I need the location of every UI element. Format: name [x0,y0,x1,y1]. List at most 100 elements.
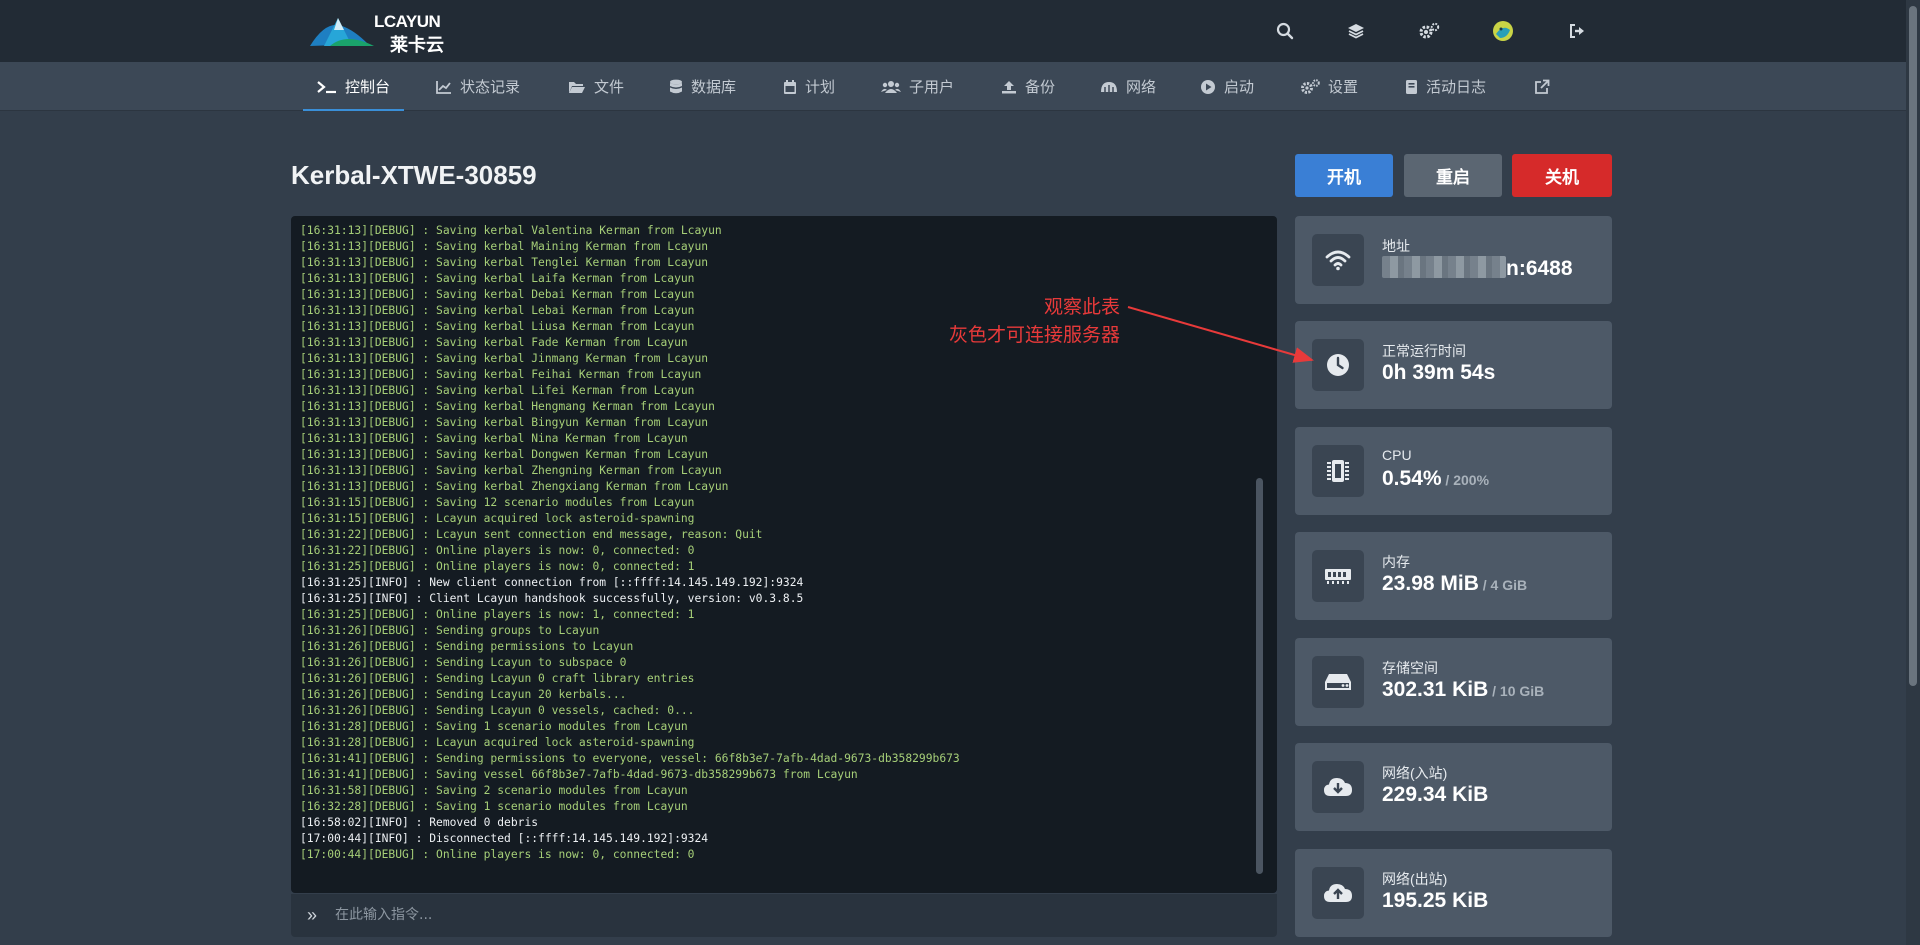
external-link-icon[interactable] [1534,62,1558,111]
drive-icon [1312,656,1364,708]
stat-label: CPU [1382,447,1412,463]
tab-database[interactable]: 数据库 [669,62,736,111]
console-line: [16:31:22][DEBUG] : Lcayun sent connecti… [300,528,763,541]
console-line: [16:31:26][DEBUG] : Sending Lcayun 0 ves… [300,704,695,717]
stat-card-uptime: 正常运行时间 0h 39m 54s [1295,321,1612,409]
tab-activity-log[interactable]: 活动日志 [1404,62,1486,111]
tab-startup[interactable]: 启动 [1200,62,1254,111]
console-line: [16:31:13][DEBUG] : Saving kerbal Zhengn… [300,464,722,477]
annotation-line-2: 灰色才可连接服务器 [948,325,1120,346]
page-scrollbar[interactable] [1906,0,1920,945]
tab-backup-label: 备份 [1025,79,1056,96]
cpu-icon [1312,445,1364,497]
stat-value: 229.34 KiB [1382,783,1489,806]
console-line: [16:31:13][DEBUG] : Saving kerbal Dongwe… [300,448,709,461]
console-line: [16:31:25][INFO] : New client connection… [300,576,804,589]
stat-value: 195.25 KiB [1382,889,1489,912]
command-input[interactable] [335,900,1255,930]
tab-settings-label: 设置 [1328,79,1359,96]
tab-files-label: 文件 [594,79,625,96]
console-command-bar: » [291,894,1277,937]
cpu-limit: / 200% [1441,472,1490,488]
stat-label: 网络(入站) [1382,765,1448,781]
users-icon [881,80,901,93]
server-title: Kerbal-XTWE-30859 [291,160,537,190]
console-line: [17:00:44][DEBUG] : Online players is no… [300,848,695,861]
stat-label: 网络(出站) [1382,871,1448,887]
stat-card-memory: 内存 23.98 MiB / 4 GiB [1295,532,1612,620]
logo-text: LCAYUN [374,12,441,31]
tab-subusers[interactable]: 子用户 [881,62,954,111]
avatar[interactable] [1490,18,1516,44]
tab-console[interactable]: 控制台 [302,62,405,111]
logout-icon[interactable] [1564,18,1590,44]
chart-icon [436,80,451,94]
search-icon[interactable] [1272,18,1298,44]
console-line: [16:31:15][DEBUG] : Lcayun acquired lock… [300,512,695,525]
stat-value[interactable]: n:6488 [1382,256,1573,281]
stop-button[interactable]: 关机 [1512,154,1612,197]
calendar-icon [784,79,796,94]
tab-console-label: 控制台 [345,79,391,96]
storage-limit: / 10 GiB [1488,683,1545,699]
storage-usage: 302.31 KiB [1382,678,1489,701]
stat-card-address: 地址 n:6488 [1295,216,1612,304]
stat-label: 正常运行时间 [1382,343,1466,359]
console-line: [16:31:13][DEBUG] : Saving kerbal Valent… [300,224,722,237]
console-line: [16:31:15][DEBUG] : Saving 12 scenario m… [300,496,695,509]
tab-schedule-label: 计划 [805,79,836,96]
console-line: [16:31:13][DEBUG] : Saving kerbal Tengle… [300,256,709,269]
console-line: [16:31:25][DEBUG] : Online players is no… [300,608,695,621]
console-line: [16:31:41][DEBUG] : Saving vessel 66f8b3… [300,768,858,781]
layers-icon[interactable] [1343,18,1369,44]
start-button[interactable]: 开机 [1295,154,1393,197]
console-line: [16:31:28][DEBUG] : Saving 1 scenario mo… [300,720,688,733]
cloud-download-icon [1312,761,1364,813]
console-line: [16:31:13][DEBUG] : Saving kerbal Feihai… [300,368,702,381]
console-line: [17:00:44][INFO] : Disconnected [::ffff:… [300,832,709,845]
cloud-upload-icon [1312,867,1364,919]
console-line: [16:31:28][DEBUG] : Lcayun acquired lock… [300,736,695,749]
folder-icon [569,81,585,93]
cpu-usage: 0.54% [1382,467,1442,490]
logo-subtext: 莱卡云 [390,35,444,55]
play-icon [1201,79,1215,94]
upload-icon [1002,80,1016,93]
tab-startup-label: 启动 [1224,79,1255,96]
tab-status-log-label: 状态记录 [460,79,521,96]
console-line: [16:31:13][DEBUG] : Saving kerbal Hengma… [300,400,715,413]
console-scrollbar[interactable] [1256,478,1263,874]
console-line: [16:31:26][DEBUG] : Sending permissions … [300,640,634,653]
tab-backup[interactable]: 备份 [1001,62,1055,111]
tab-subusers-label: 子用户 [909,79,955,96]
stat-value: 302.31 KiB / 10 GiB [1382,678,1544,702]
top-header: LCAYUN 莱卡云 [0,0,1920,62]
console-line: [16:31:13][DEBUG] : Saving kerbal Laifa … [300,272,695,285]
tab-network[interactable]: 网络 [1100,62,1156,111]
console-line: [16:31:26][DEBUG] : Sending Lcayun 20 ke… [300,688,627,701]
stat-label: 地址 [1382,238,1410,254]
page-scrollbar-thumb[interactable] [1909,6,1917,686]
address-port: n:6488 [1506,257,1573,280]
console-line: [16:31:13][DEBUG] : Saving kerbal Mainin… [300,240,709,253]
memory-limit: / 4 GiB [1478,577,1528,593]
console-line: [16:31:13][DEBUG] : Saving kerbal Nina K… [300,432,688,445]
wifi-icon [1312,234,1364,286]
stat-card-network-in: 网络(入站) 229.34 KiB [1295,743,1612,831]
console-line: [16:31:22][DEBUG] : Online players is no… [300,544,695,557]
brand-logo[interactable]: LCAYUN 莱卡云 [308,10,456,55]
gears-icon[interactable] [1416,18,1442,44]
tab-status-log[interactable]: 状态记录 [436,62,520,111]
tab-files[interactable]: 文件 [568,62,624,111]
console-line: [16:31:26][DEBUG] : Sending Lcayun to su… [300,656,627,669]
tab-schedule[interactable]: 计划 [783,62,835,111]
stat-label: 存储空间 [1382,660,1438,676]
restart-button[interactable]: 重启 [1404,154,1502,197]
console-line: [16:31:13][DEBUG] : Saving kerbal Bingyu… [300,416,709,429]
stat-card-storage: 存储空间 302.31 KiB / 10 GiB [1295,638,1612,726]
console-line: [16:31:41][DEBUG] : Sending permissions … [300,752,960,765]
stat-value: 0h 39m 54s [1382,361,1496,384]
console-panel: [16:31:13][DEBUG] : Saving kerbal Valent… [291,216,1277,893]
console-line: [16:31:58][DEBUG] : Saving 2 scenario mo… [300,784,688,797]
tab-settings[interactable]: 设置 [1300,62,1358,111]
